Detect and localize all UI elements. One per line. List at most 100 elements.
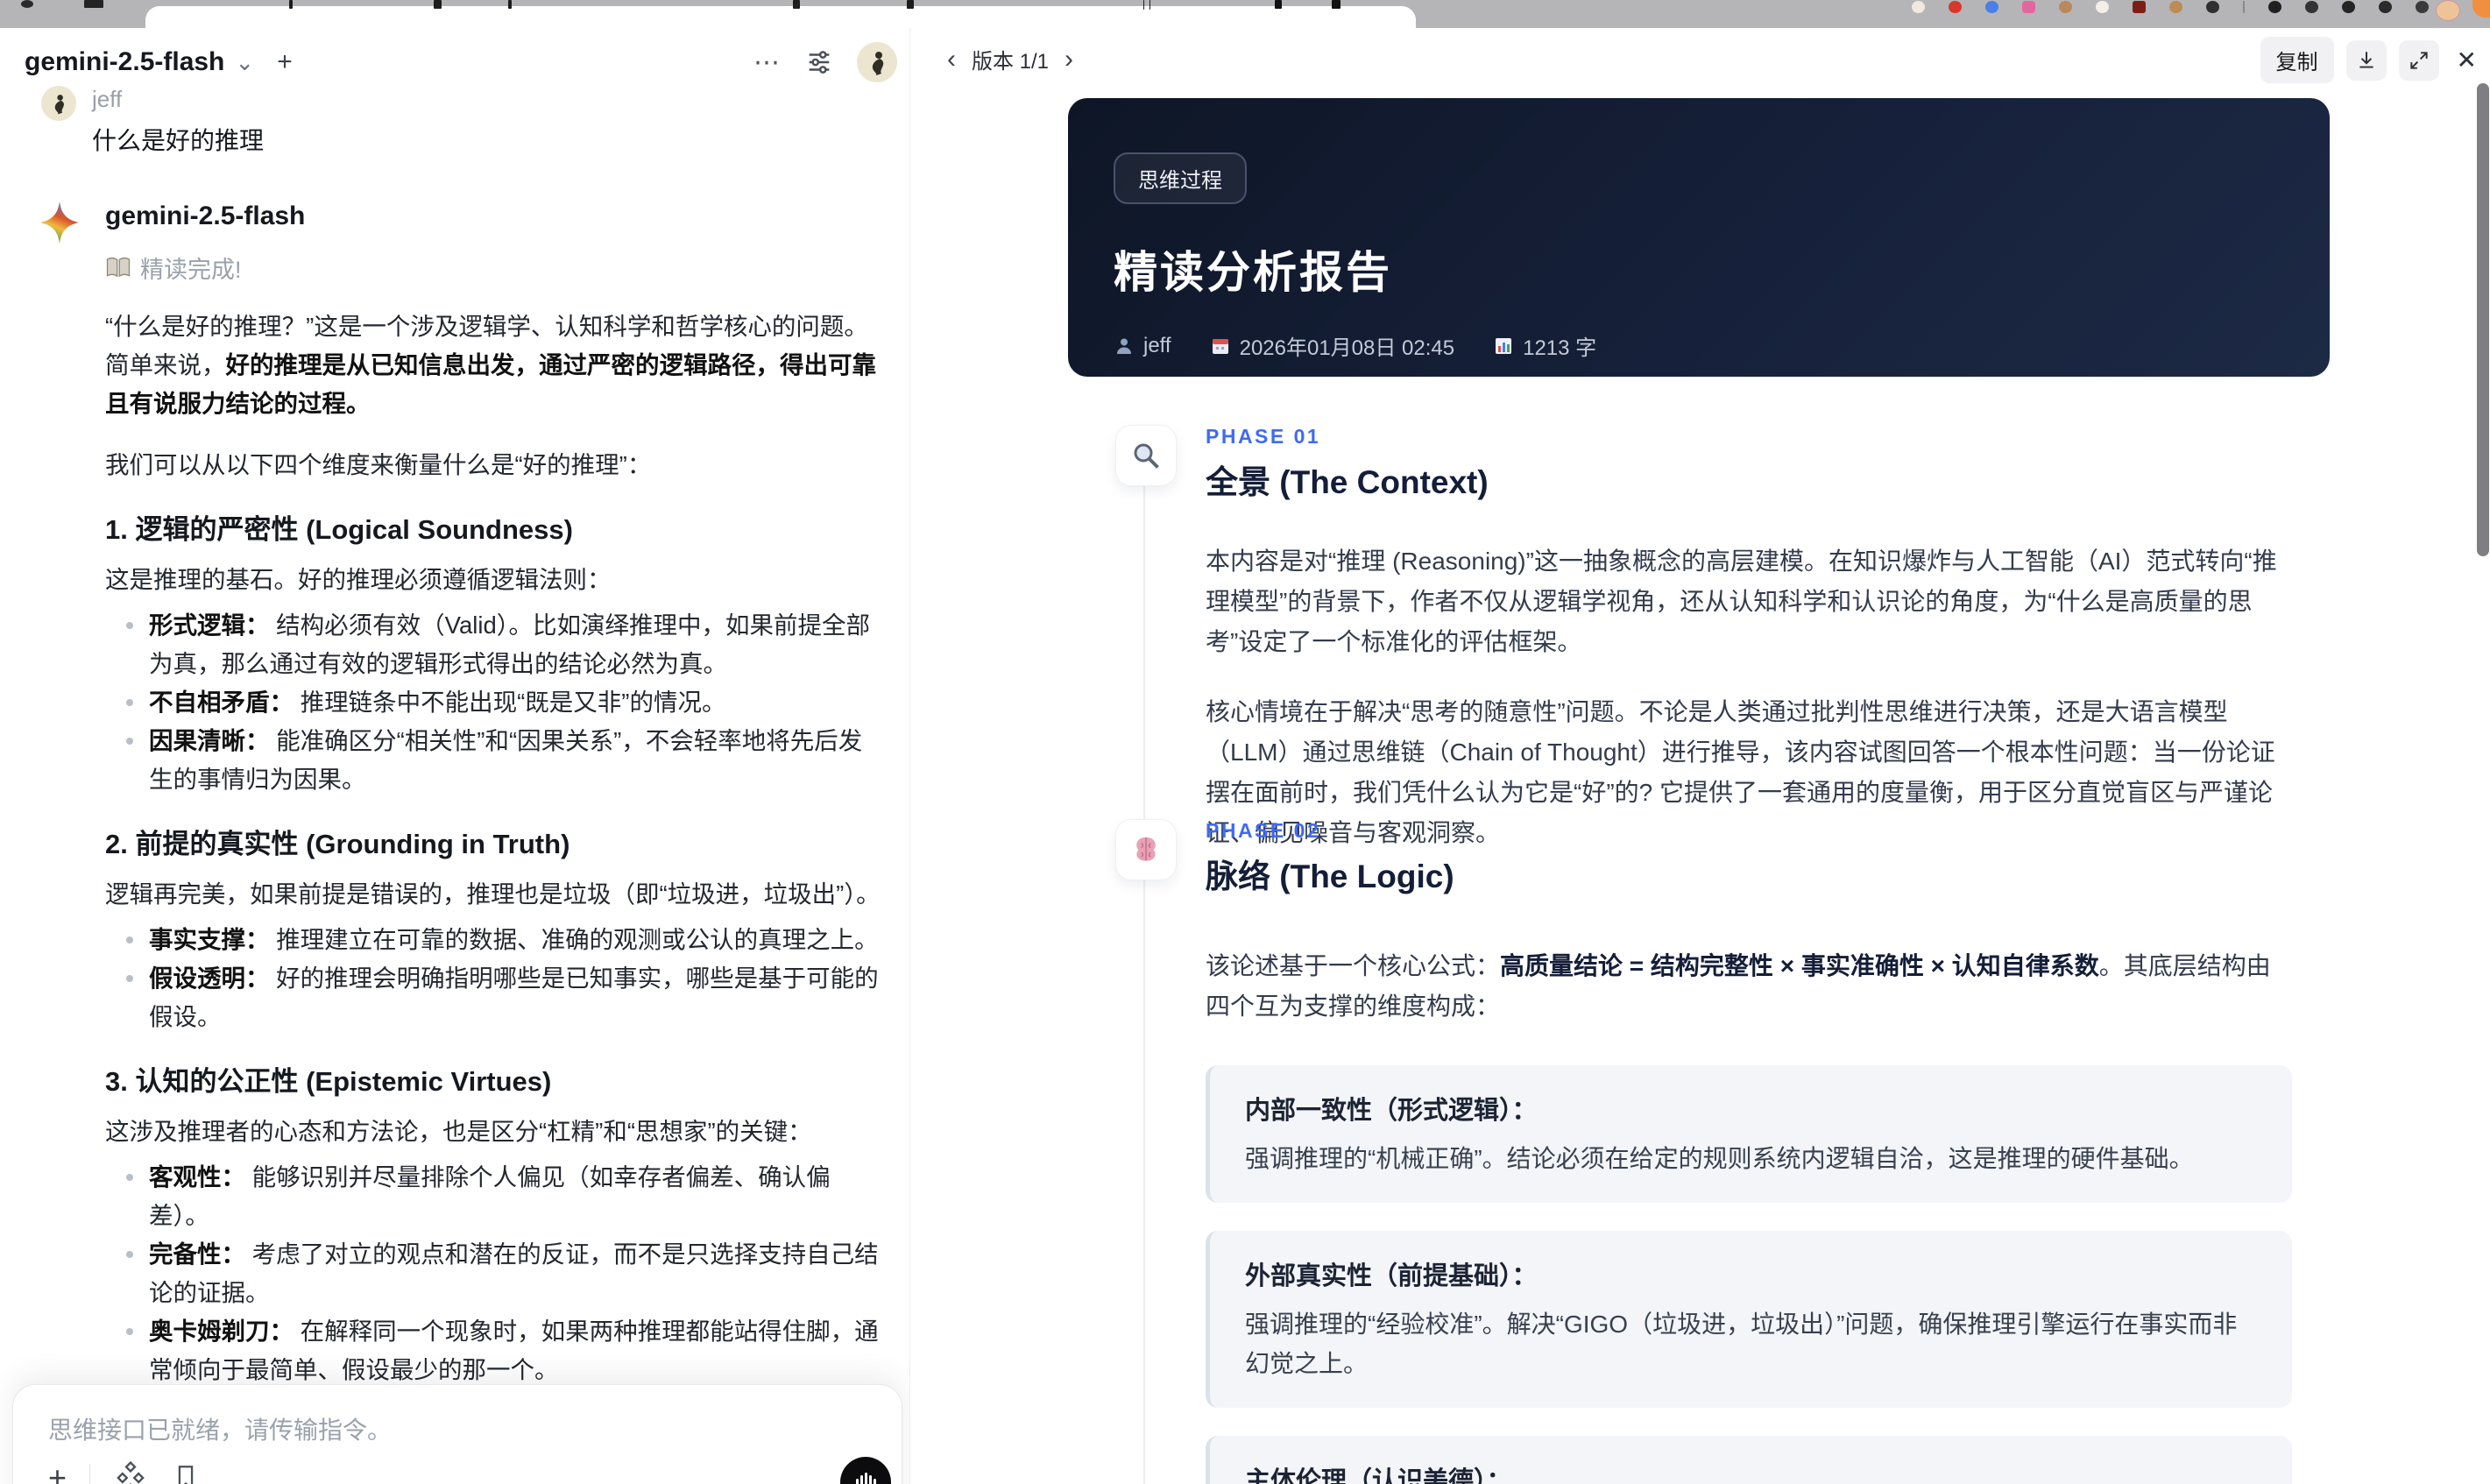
report-hero-card: 思维过程 精读分析报告 jeff 2026年01月08日 02:45 1213 …: [1068, 98, 2330, 377]
section-lead-3: 这涉及推理者的心态和方法论，也是区分“杠精”和“思想家”的关键：: [105, 1118, 812, 1145]
settings-sliders-icon[interactable]: [804, 47, 834, 77]
list-item: 事实支撑： 推理建立在可靠的数据、准确的观测或公认的真理之上。: [105, 921, 883, 959]
browser-profile-avatar[interactable]: [2436, 0, 2460, 21]
section-heading-1: 1. 逻辑的严密性 (Logical Soundness): [105, 514, 573, 545]
list-item: 形式逻辑： 结构必须有效（Valid）。比如演绎推理中，如果前提全部为真，那么通…: [105, 606, 883, 683]
assistant-intro: “什么是好的推理？”这是一个涉及逻辑学、认知科学和哲学核心的问题。简单来说，好的…: [105, 313, 876, 417]
browser-glyph-fragment: [907, 0, 914, 9]
copy-button[interactable]: 复制: [2260, 37, 2334, 83]
calendar-icon: [1210, 336, 1231, 357]
report-date: 2026年01月08日 02:45: [1239, 336, 1455, 360]
report-word-count: 1213 字: [1523, 336, 1597, 360]
browser-corner-icon[interactable]: [2472, 0, 2490, 18]
model-selector[interactable]: gemini-2.5-flash: [25, 47, 224, 77]
assistant-status-text: 精读完成!: [140, 257, 242, 283]
dimension-card-3: 主体伦理（认识美德）： 转向推理者的心理特征。引入奥卡姆剃刀和反向论证，旨在克服…: [1206, 1436, 2292, 1484]
browser-glyph-fragment: [1143, 0, 1144, 10]
voice-input-button[interactable]: [840, 1457, 891, 1484]
section-lead-2: 逻辑再完美，如果前提是错误的，推理也是垃圾（即“垃圾进，垃圾出”）。: [105, 880, 881, 908]
phase1-label: PHASE 01: [1206, 425, 1321, 448]
user-icon: [1114, 336, 1135, 357]
user-message: jeff 什么是好的推理: [41, 86, 264, 157]
scrollbar-thumb[interactable]: [2477, 83, 2489, 556]
browser-glyph-fragment: [434, 0, 442, 9]
magnifier-icon: [1130, 440, 1162, 471]
dimension-cards: 内部一致性（形式逻辑）： 强调推理的“机械正确”。结论必须在给定的规则系统内逻辑…: [1206, 1065, 2292, 1484]
browser-tool-icon[interactable]: [2342, 1, 2355, 13]
browser-glyph-fragment: [289, 0, 293, 9]
browser-tool-icon[interactable]: [2268, 1, 2281, 13]
section-heading-3: 3. 认知的公正性 (Epistemic Virtues): [105, 1066, 552, 1097]
user-avatar: [41, 86, 76, 121]
next-version-button[interactable]: ›: [1065, 45, 1073, 74]
assistant-status: 精读完成!: [105, 251, 883, 285]
report-type-badge: 思维过程: [1114, 152, 1247, 204]
extension-icon[interactable]: [2169, 1, 2182, 13]
browser-glyph-fragment: [21, 0, 33, 8]
previous-version-button[interactable]: ‹: [947, 45, 956, 74]
fullscreen-expand-button[interactable]: [2398, 39, 2439, 81]
extension-icon[interactable]: [1985, 1, 1998, 13]
phase-timeline-line: [1143, 484, 1145, 1484]
composer-divider: [89, 1464, 91, 1484]
more-options-icon[interactable]: ⋯: [753, 47, 782, 78]
phase1-section: PHASE 01 全景 (The Context) 本内容是对“推理 (Reas…: [1206, 425, 2292, 853]
list-item: 假设透明： 好的推理会明确指明哪些是已知事实，哪些是基于可能的假设。: [105, 959, 883, 1036]
attach-plus-button[interactable]: +: [48, 1462, 67, 1484]
message-author: jeff: [92, 86, 123, 112]
extension-icon[interactable]: [2206, 1, 2219, 13]
list-item: 奥卡姆剃刀： 在解释同一个现象时，如果两种推理都能站得住脚，通常倾向于最简单、假…: [105, 1312, 883, 1389]
section-lead-1: 这是推理的基石。好的推理必须遵循逻辑法则：: [105, 566, 612, 593]
phase2-title: 脉络 (The Logic): [1206, 859, 1454, 894]
list-item: 完备性： 考虑了对立的观点和潜在的反证，而不是只选择支持自己结论的证据。: [105, 1235, 883, 1312]
chat-panel: gemini-2.5-flash ⌄ + ⋯ jeff 什么是好的推理 gemi…: [0, 28, 909, 1484]
browser-omnibox[interactable]: [145, 6, 1416, 28]
composer-placeholder[interactable]: 思维接口已就绪，请传输指令。: [48, 1411, 867, 1446]
artifact-panel: ‹ 版本 1/1 › 复制 ✕ 思维过程 精读分析报告 jeff 2026年01…: [909, 28, 2490, 1484]
browser-tool-icon[interactable]: [2379, 1, 2392, 13]
user-avatar[interactable]: [857, 42, 897, 82]
chevron-down-icon[interactable]: ⌄: [235, 51, 254, 74]
book-icon: [105, 257, 131, 279]
assistant-intro-2: 我们可以从以下四个维度来衡量什么是“好的推理”：: [105, 451, 652, 478]
list-item: 因果清晰： 能准确区分“相关性”和“因果关系”，不会轻率地将先后发生的事情归为因…: [105, 722, 883, 799]
browser-glyph-fragment: [1332, 0, 1340, 9]
extension-icon[interactable]: [2133, 1, 2146, 13]
extension-icon[interactable]: [2096, 1, 2109, 13]
chat-header: gemini-2.5-flash ⌄ + ⋯: [25, 42, 897, 82]
report-title: 精读分析报告: [1114, 248, 1392, 297]
close-icon[interactable]: ✕: [2457, 46, 2477, 74]
extension-icon[interactable]: [1912, 1, 1925, 13]
phase2-lead: 该论述基于一个核心公式：高质量结论 = 结构完整性 × 事实准确性 × 认知自律…: [1206, 952, 2271, 1020]
browser-glyph-fragment: [84, 0, 103, 8]
bullet-list: 形式逻辑： 结构必须有效（Valid）。比如演绎推理中，如果前提全部为真，那么通…: [105, 606, 883, 799]
download-button[interactable]: [2345, 39, 2387, 81]
phase2-section: PHASE 02 脉络 (The Logic) 该论述基于一个核心公式：高质量结…: [1206, 819, 2292, 1484]
browser-glyph-fragment: [1275, 0, 1282, 9]
bar-chart-icon: [1493, 336, 1514, 357]
browser-glyph-fragment: [508, 0, 512, 9]
extension-icon[interactable]: [2059, 1, 2072, 13]
report-meta: jeff 2026年01月08日 02:45 1213 字: [1114, 330, 2284, 361]
phase2-label: PHASE 02: [1206, 819, 1321, 842]
gemini-star-icon: [40, 201, 79, 244]
message-text: 什么是好的推理: [92, 127, 265, 154]
extension-icon[interactable]: [1949, 1, 1962, 13]
extension-icon[interactable]: [2022, 1, 2035, 13]
message-composer[interactable]: 思维接口已就绪，请传输指令。 +: [12, 1384, 902, 1484]
bookmark-icon[interactable]: [171, 1462, 201, 1484]
new-chat-button[interactable]: +: [277, 49, 293, 75]
phase2-icon-box: [1115, 819, 1177, 880]
phase1-title: 全景 (The Context): [1206, 464, 1489, 500]
toolbar-divider: [2243, 1, 2245, 13]
skills-diamonds-icon[interactable]: [113, 1460, 148, 1484]
browser-tool-icon[interactable]: [2416, 1, 2429, 13]
list-item: 不自相矛盾： 推理链条中不能出现“既是又非”的情况。: [105, 683, 883, 722]
dimension-card-2: 外部真实性（前提基础）： 强调推理的“经验校准”。解决“GIGO（垃圾进，垃圾出…: [1206, 1231, 2292, 1408]
version-label: 版本 1/1: [972, 50, 1050, 74]
section-heading-2: 2. 前提的真实性 (Grounding in Truth): [105, 829, 570, 859]
browser-extensions-row: [1912, 1, 2429, 13]
bullet-list: 客观性： 能够识别并尽量排除个人偏见（如幸存者偏差、确认偏差）。 完备性： 考虑…: [105, 1158, 883, 1389]
browser-toolbar-strip: [0, 0, 2490, 28]
browser-tool-icon[interactable]: [2305, 1, 2318, 13]
